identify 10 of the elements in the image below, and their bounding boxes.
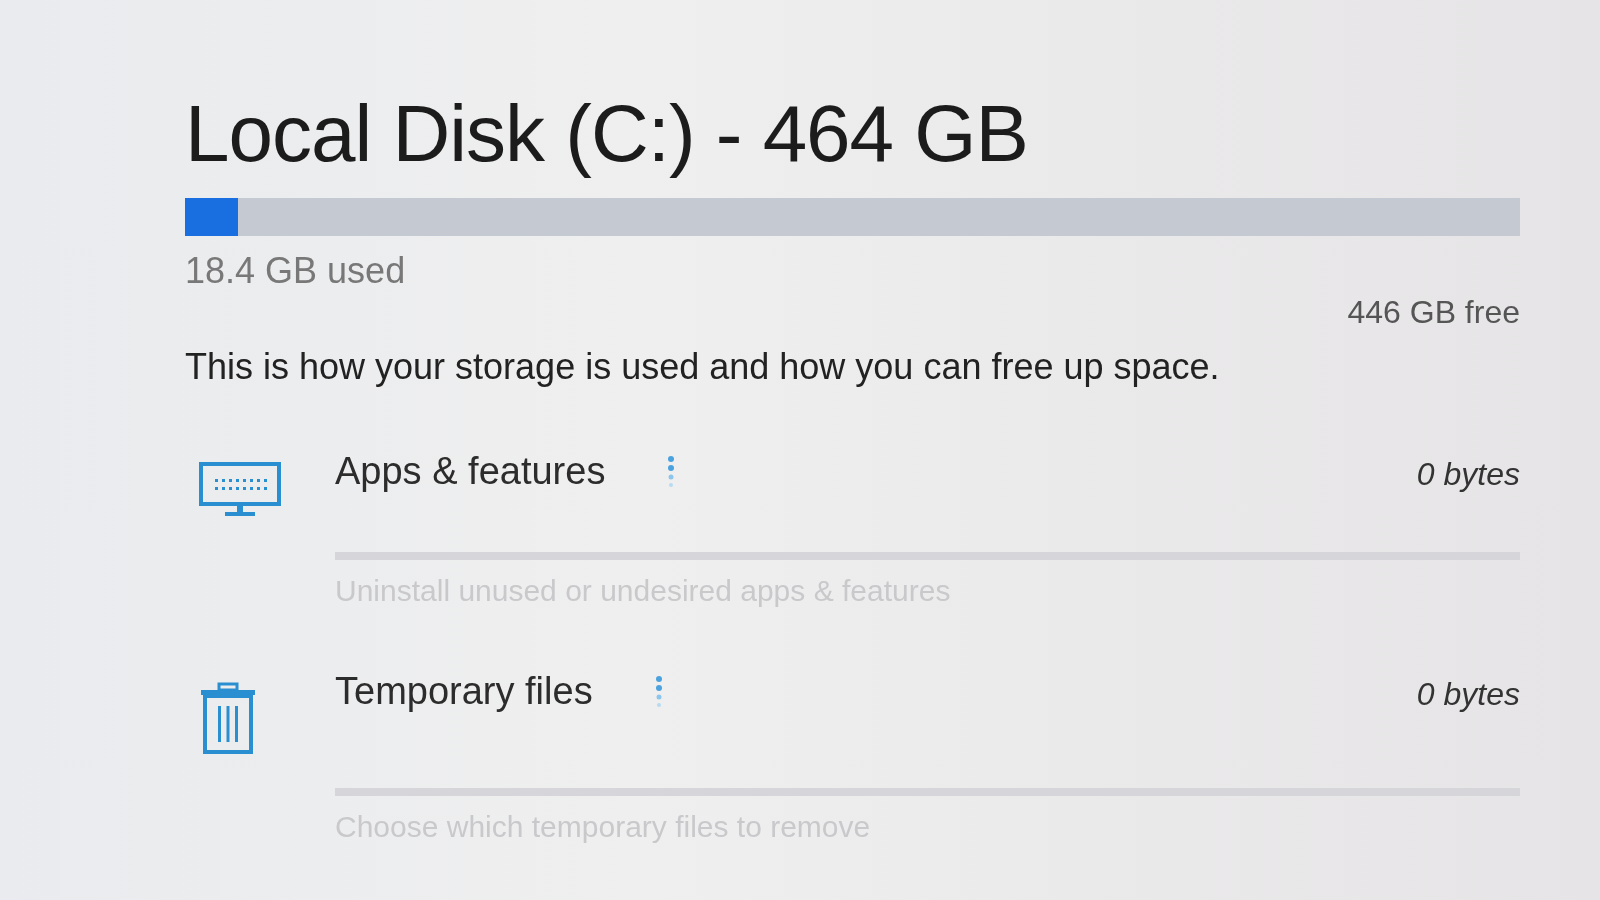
description-text: This is how your storage is used and how you can free up space. <box>185 346 1221 388</box>
drive-title: Local Disk (C:) - 464 GB <box>185 88 1029 180</box>
free-space-text: 446 GB free <box>1347 294 1520 331</box>
trash-icon <box>199 682 257 754</box>
used-space-text: 18.4 GB used <box>185 250 406 292</box>
category-size: 0 bytes <box>1416 675 1520 713</box>
category-size: 0 bytes <box>1416 455 1520 493</box>
category-label[interactable]: Apps & features <box>335 450 606 493</box>
category-label[interactable]: Temporary files <box>335 670 593 713</box>
monitor-icon <box>199 462 281 518</box>
